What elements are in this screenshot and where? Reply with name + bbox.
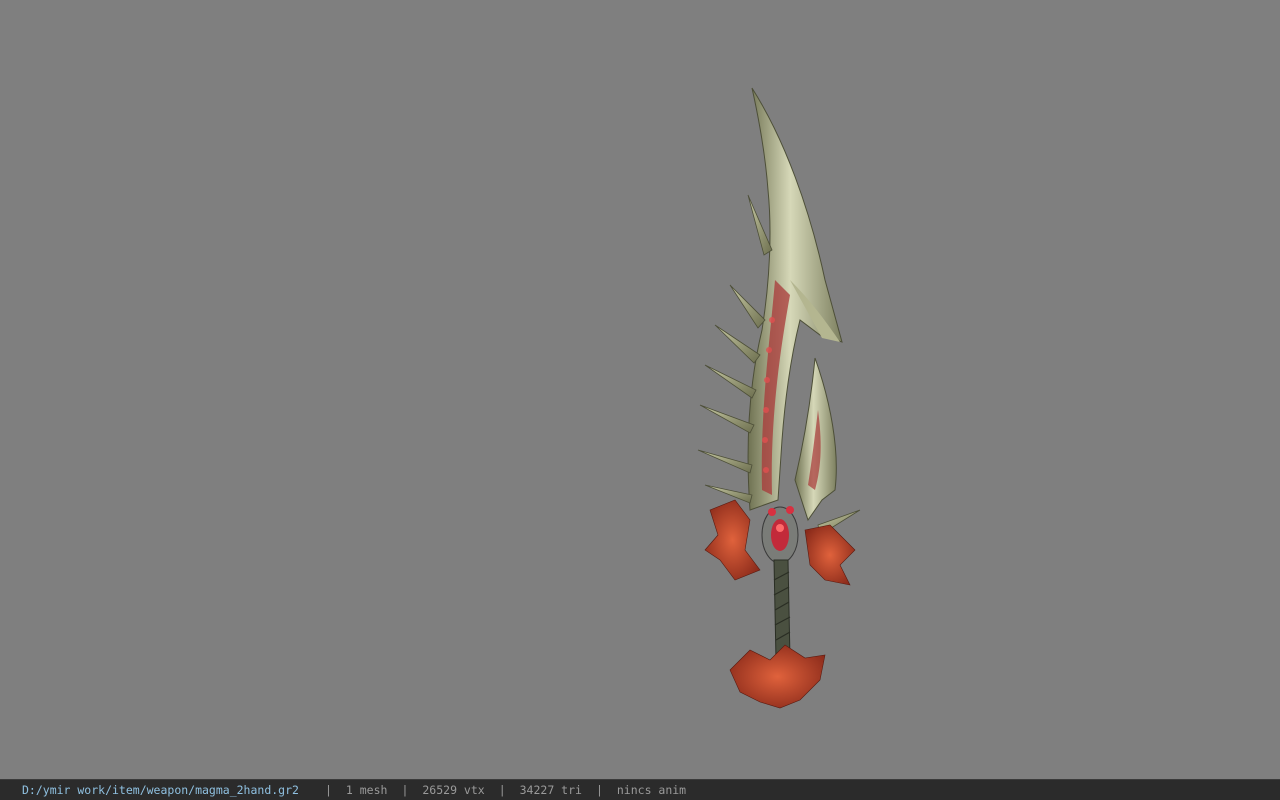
vertex-count: 26529 vtx <box>422 783 485 797</box>
file-path: D:/ymir work/item/weapon/magma_2hand.gr2 <box>22 783 299 797</box>
separator: | <box>401 783 409 797</box>
separator: | <box>595 783 603 797</box>
separator: | <box>324 783 332 797</box>
separator: | <box>498 783 506 797</box>
triangle-count: 34227 tri <box>519 783 582 797</box>
mesh-count: 1 mesh <box>345 783 388 797</box>
animation-status: nincs anim <box>616 783 687 797</box>
3d-viewport[interactable] <box>0 0 1280 779</box>
status-bar: D:/ymir work/item/weapon/magma_2hand.gr2… <box>0 779 1280 800</box>
sword-model-icon[interactable] <box>690 80 880 720</box>
